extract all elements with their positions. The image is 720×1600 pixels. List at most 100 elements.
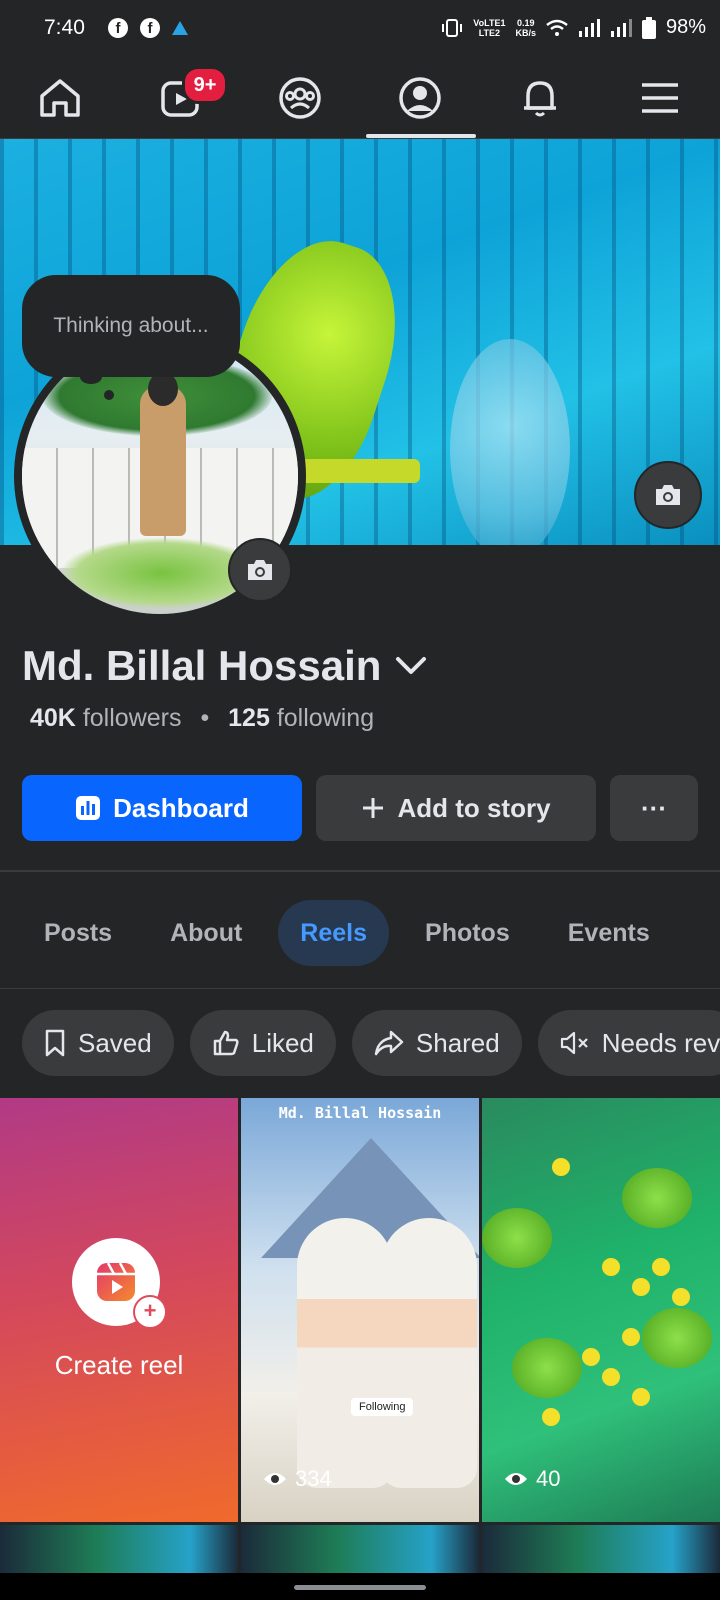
active-tab-indicator [366, 134, 476, 138]
followers-link[interactable]: 40K followers [30, 704, 181, 732]
dashboard-icon [76, 796, 101, 820]
ball [602, 1258, 620, 1276]
battery-percent: 98% [665, 16, 706, 38]
groups-icon [279, 77, 321, 119]
tabs-divider [0, 988, 720, 989]
reel-thumbnail[interactable] [0, 1525, 238, 1573]
filter-shared[interactable]: Shared [351, 1010, 522, 1076]
thought-bubble-text: Thinking about... [53, 314, 209, 337]
turtle-toy [482, 1208, 552, 1268]
notifications-tab[interactable] [504, 58, 576, 138]
profile-name[interactable]: Md. Billal Hossain [22, 642, 427, 690]
reel-thumbnail[interactable]: 40 [482, 1098, 720, 1522]
filter-needs-review-label: Needs rev [601, 1027, 720, 1058]
menu-icon [642, 83, 678, 113]
following-link[interactable]: 125 following [228, 704, 374, 732]
turtle-toy [512, 1338, 582, 1398]
wifi-icon [546, 19, 568, 36]
baby-figure [297, 1218, 393, 1488]
chevron-down-icon[interactable] [395, 656, 427, 676]
thought-bubble[interactable]: Thinking about... [22, 275, 240, 377]
network-speed: 0.19 KB/s [515, 17, 536, 38]
tab-events[interactable]: Events [546, 900, 672, 966]
ball [652, 1258, 670, 1276]
filter-liked-label: Liked [251, 1027, 314, 1058]
edit-cover-button[interactable] [634, 461, 702, 529]
ball [552, 1158, 570, 1176]
vibrate-icon [442, 18, 463, 37]
lte-indicator: VoLTE1 LTE2 [473, 17, 506, 38]
dashboard-label: Dashboard [113, 792, 249, 823]
view-count-text: 40 [536, 1466, 561, 1491]
reel-thumbnail[interactable] [482, 1525, 720, 1573]
view-count-text: 334 [295, 1466, 332, 1491]
video-badge: 9+ [182, 66, 228, 104]
top-nav [0, 58, 720, 139]
reels-icon [97, 1262, 135, 1301]
camera-icon [656, 485, 680, 505]
more-options-button[interactable]: ··· [610, 775, 698, 841]
filter-shared-label: Shared [415, 1027, 500, 1058]
ball [622, 1328, 640, 1346]
blue-bird [450, 339, 570, 545]
ball [632, 1388, 650, 1406]
groups-tab[interactable] [264, 58, 336, 138]
create-reel-tile[interactable]: + Create reel [0, 1098, 238, 1522]
tab-reels[interactable]: Reels [278, 900, 390, 966]
dashboard-button[interactable]: Dashboard [22, 775, 302, 841]
facebook-notification-icon: f [140, 18, 160, 38]
reel-thumbnail[interactable] [241, 1525, 479, 1573]
tab-posts[interactable]: Posts [22, 900, 134, 966]
view-count: 334 [263, 1466, 332, 1492]
mute-icon [560, 1031, 588, 1055]
eye-icon [264, 1473, 286, 1485]
add-to-story-label: Add to story [397, 792, 551, 823]
profile-tab[interactable] [384, 58, 456, 138]
profile-icon [399, 77, 441, 119]
ball [602, 1368, 620, 1386]
more-options-icon: ··· [641, 792, 667, 823]
home-tab[interactable] [24, 58, 96, 138]
reel-thumbnail[interactable]: Md. Billal Hossain Following 334 [241, 1098, 479, 1522]
filter-needs-review[interactable]: Needs rev [537, 1010, 720, 1076]
perch [300, 459, 420, 483]
turtle-toy [622, 1168, 692, 1228]
notifications-icon [524, 81, 556, 117]
menu-tab[interactable] [624, 58, 696, 138]
status-time: 7:40 [44, 16, 85, 39]
profile-name-text: Md. Billal Hossain [22, 642, 382, 689]
profile-tabs: Posts About Reels Photos Events [22, 900, 672, 966]
turtle-toy [642, 1308, 712, 1368]
signal-icon [578, 18, 600, 37]
status-bar: 7:40 f f VoLTE1 LTE2 0.19 KB/s 98% [0, 0, 720, 58]
reel-title: Md. Billal Hossain [278, 1104, 442, 1122]
signal-icon [610, 18, 632, 37]
filter-saved-label: Saved [78, 1027, 152, 1058]
plus-icon [363, 798, 384, 818]
tab-about[interactable]: About [148, 900, 264, 966]
gesture-handle[interactable] [294, 1585, 426, 1590]
edit-profile-picture-button[interactable] [228, 538, 292, 602]
reel-filters: Saved Liked Shared Needs rev [22, 1010, 720, 1076]
triangle-icon [172, 21, 188, 35]
ball [672, 1288, 690, 1306]
thumbs-up-icon [213, 1030, 239, 1056]
ball [632, 1278, 650, 1296]
filter-liked[interactable]: Liked [189, 1010, 336, 1076]
bookmark-icon [45, 1029, 65, 1057]
add-icon: + [133, 1295, 167, 1329]
person-head [148, 372, 178, 406]
tab-photos[interactable]: Photos [403, 900, 532, 966]
camera-icon [248, 560, 272, 580]
status-right: VoLTE1 LTE2 0.19 KB/s 98% [441, 16, 706, 39]
add-to-story-button[interactable]: Add to story [316, 775, 596, 841]
view-count: 40 [504, 1466, 560, 1492]
baby-figure [381, 1218, 477, 1488]
bubble-tail-dot [104, 390, 114, 400]
follow-stats: 40K followers • 125 following [30, 704, 374, 733]
section-divider [0, 870, 720, 872]
share-icon [374, 1030, 404, 1056]
stats-separator: • [200, 704, 210, 732]
create-reel-label: Create reel [54, 1350, 184, 1380]
filter-saved[interactable]: Saved [22, 1010, 174, 1076]
